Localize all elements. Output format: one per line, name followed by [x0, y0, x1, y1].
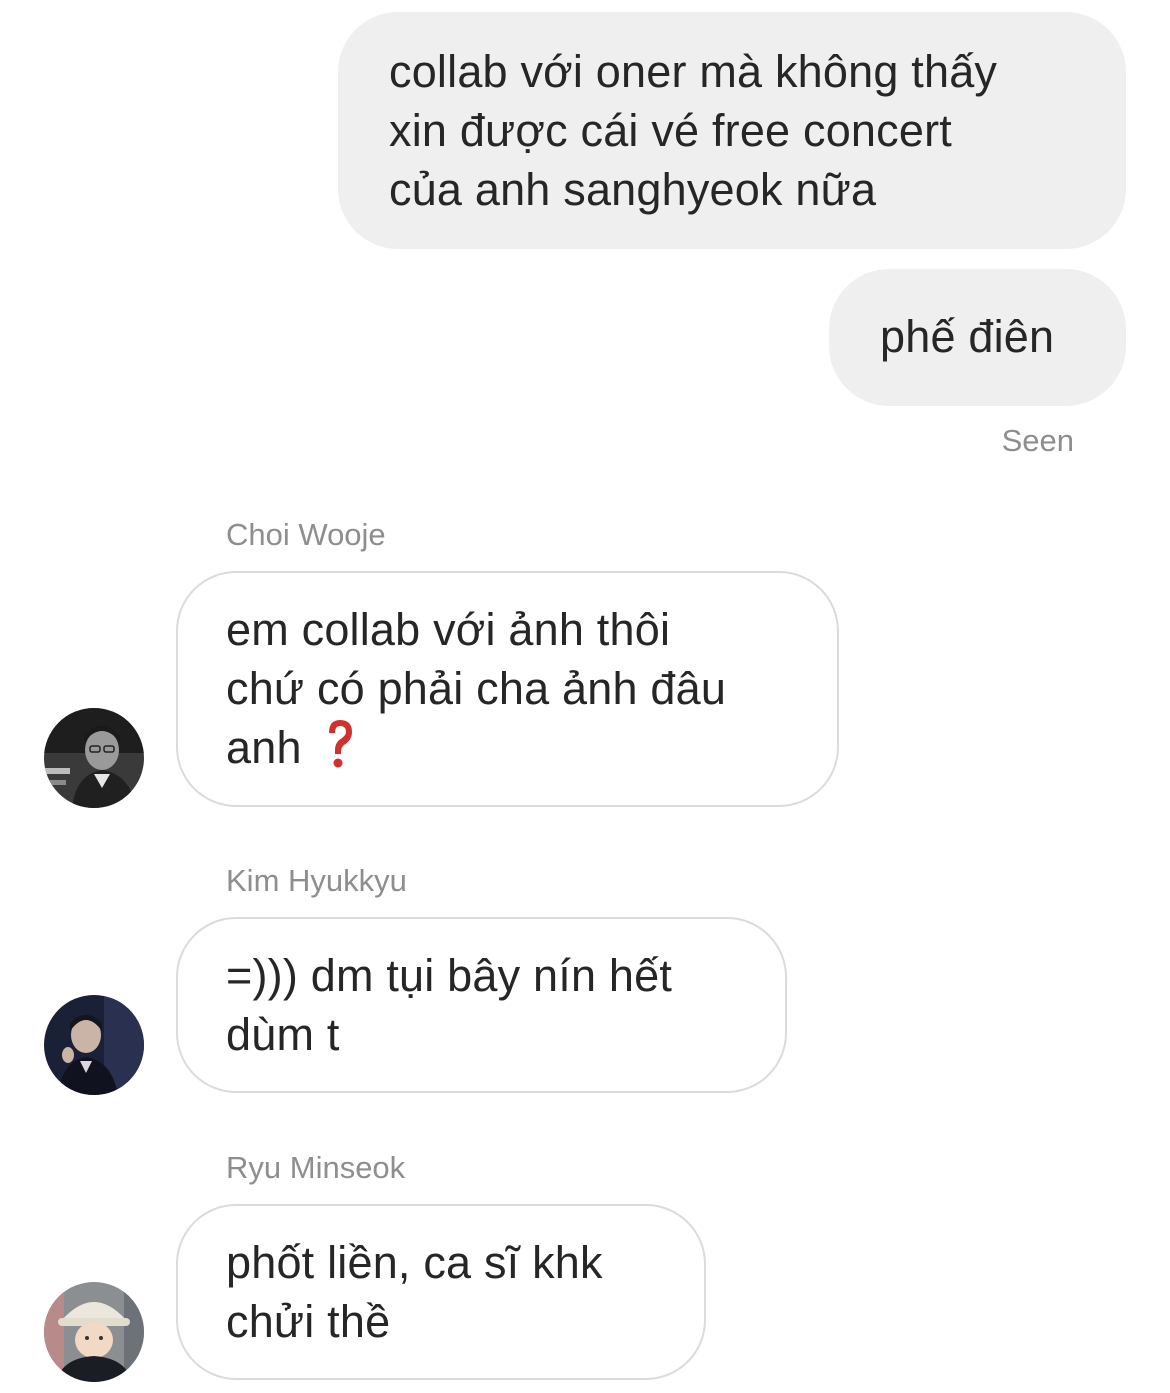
message-text-line: dùm t [226, 1009, 340, 1060]
avatar-image [44, 708, 144, 808]
message-text-line: xin được cái vé free concert [389, 105, 952, 156]
incoming-message-bubble[interactable]: phốt liền, ca sĩ khk chửi thề [176, 1204, 706, 1380]
user-avatar-icon[interactable] [44, 1282, 144, 1382]
message-text-line: anh [226, 718, 837, 784]
avatar-image [44, 995, 144, 1095]
red-question-mark-icon [324, 718, 356, 784]
avatar-image [44, 1282, 144, 1382]
message-text-line: collab với oner mà không thấy [389, 46, 998, 97]
incoming-message-bubble[interactable]: em collab với ảnh thôi chứ có phải cha ả… [176, 571, 839, 807]
user-avatar-icon[interactable] [44, 995, 144, 1095]
seen-status: Seen [1001, 423, 1074, 458]
message-text-line: của anh sanghyeok nữa [389, 164, 877, 215]
outgoing-message-bubble[interactable]: phế điên [829, 269, 1126, 406]
message-text-line: chửi thề [226, 1296, 391, 1347]
message-text-line: phế điên [880, 311, 1055, 362]
message-text: anh [226, 722, 302, 773]
sender-name: Choi Wooje [226, 517, 386, 552]
message-text-line: =))) dm tụi bây nín hết [226, 950, 673, 1001]
incoming-message-bubble[interactable]: =))) dm tụi bây nín hết dùm t [176, 917, 787, 1093]
outgoing-message-bubble[interactable]: collab với oner mà không thấy xin được c… [338, 12, 1126, 249]
message-text-line: phốt liền, ca sĩ khk [226, 1237, 603, 1288]
message-text-line: chứ có phải cha ảnh đâu [226, 663, 727, 714]
sender-name: Ryu Minseok [226, 1150, 406, 1185]
user-avatar-icon[interactable] [44, 708, 144, 808]
message-text-line: em collab với ảnh thôi [226, 604, 671, 655]
sender-name: Kim Hyukkyu [226, 863, 407, 898]
